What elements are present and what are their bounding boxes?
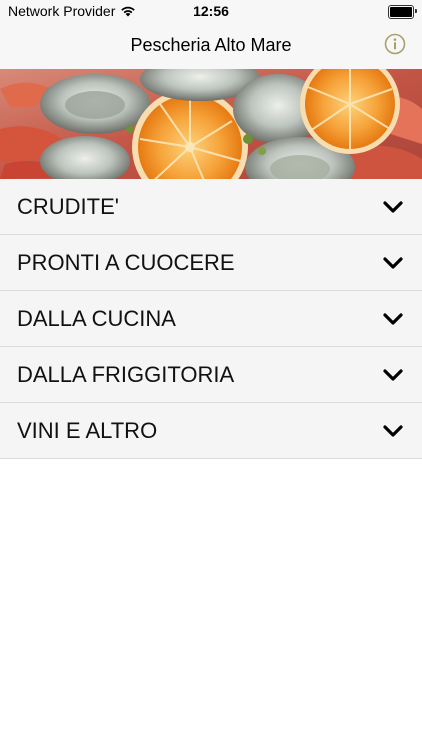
navigation-bar: Pescheria Alto Mare — [0, 22, 422, 69]
chevron-down-icon[interactable] — [382, 367, 404, 383]
menu-item-label: CRUDITE' — [17, 194, 119, 219]
status-time: 12:56 — [193, 3, 229, 19]
seafood-platter-image — [0, 69, 422, 179]
menu-item-label: VINI E ALTRO — [17, 418, 158, 443]
page-title: Pescheria Alto Mare — [130, 35, 292, 55]
hero-image — [0, 69, 422, 179]
menu-item-label: DALLA CUCINA — [17, 306, 176, 331]
chevron-down-icon[interactable] — [382, 199, 404, 215]
menu-item-label: DALLA FRIGGITORIA — [17, 362, 235, 387]
chevron-down-icon[interactable] — [382, 311, 404, 327]
battery-level — [390, 7, 412, 17]
status-bar: Network Provider 12:56 — [0, 0, 422, 22]
chevron-down-icon[interactable] — [382, 255, 404, 271]
menu-item-label: PRONTI A CUOCERE — [17, 250, 235, 275]
info-icon[interactable] — [384, 33, 406, 55]
menu-item-vini-e-altro[interactable]: VINI E ALTRO — [0, 403, 422, 459]
menu-list: CRUDITE' PRONTI A CUOCERE DALLA CUCINA D… — [0, 179, 422, 459]
chevron-down-icon[interactable] — [382, 423, 404, 439]
menu-item-pronti-a-cuocere[interactable]: PRONTI A CUOCERE — [0, 235, 422, 291]
menu-item-dalla-cucina[interactable]: DALLA CUCINA — [0, 291, 422, 347]
menu-item-crudite[interactable]: CRUDITE' — [0, 179, 422, 235]
menu-item-dalla-friggitoria[interactable]: DALLA FRIGGITORIA — [0, 347, 422, 403]
battery-icon — [388, 5, 417, 19]
